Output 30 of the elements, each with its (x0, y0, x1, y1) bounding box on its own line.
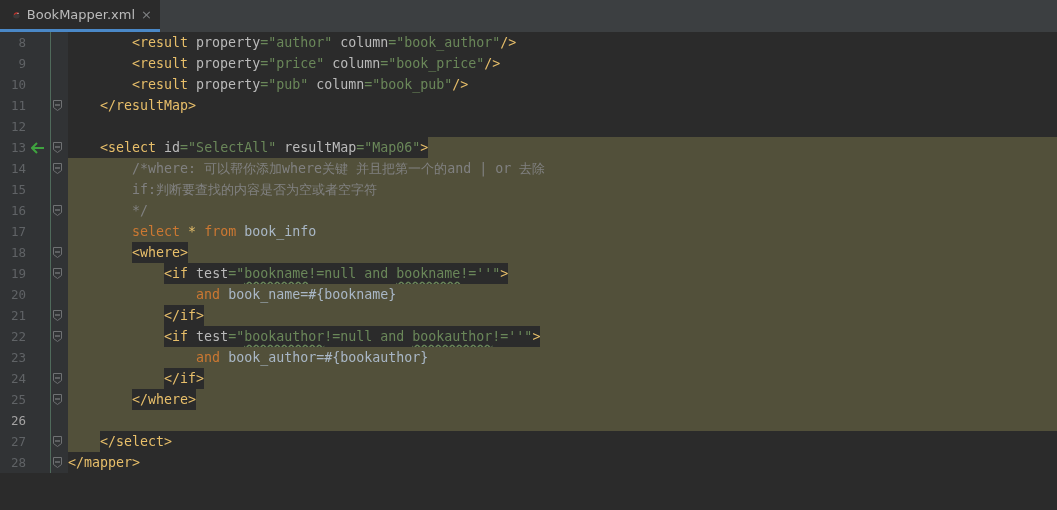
code-text: <result property="pub" column="book_pub"/> (68, 74, 469, 95)
code-text: </if> (68, 368, 205, 389)
code-text: </if> (68, 305, 205, 326)
code-text: </resultMap> (68, 95, 197, 116)
code-text: and book_author=#{bookauthor} (68, 347, 429, 368)
code-text: select * from book_info (68, 221, 317, 242)
code-text: <result property="price" column="book_price"/> (68, 53, 501, 74)
file-tab[interactable]: BookMapper.xml × (0, 0, 160, 32)
fold-icon[interactable] (53, 163, 62, 174)
fold-icon[interactable] (53, 268, 62, 279)
fold-icon[interactable] (53, 205, 62, 216)
fold-icon[interactable] (53, 436, 62, 447)
fold-icon[interactable] (53, 373, 62, 384)
code-text: </select> (68, 431, 173, 452)
code-text: */ (68, 200, 149, 221)
fold-icon[interactable] (53, 394, 62, 405)
fold-icon[interactable] (53, 142, 62, 153)
line-number: 26 (9, 413, 26, 428)
code-text: </mapper> (68, 452, 141, 473)
code-text: <result property="author" column="book_author"/> (68, 32, 517, 53)
left-arrow-icon[interactable] (31, 141, 45, 154)
fold-icon[interactable] (53, 457, 62, 468)
code-text: <where> (68, 242, 189, 263)
fold-icon[interactable] (53, 331, 62, 342)
code-text: and book_name=#{bookname} (68, 284, 397, 305)
code-text: if:判断要查找的内容是否为空或者空字符 (68, 179, 378, 200)
fold-icon[interactable] (53, 310, 62, 321)
close-icon[interactable]: × (141, 7, 152, 22)
fold-icon[interactable] (53, 247, 62, 258)
fold-icon[interactable] (53, 100, 62, 111)
